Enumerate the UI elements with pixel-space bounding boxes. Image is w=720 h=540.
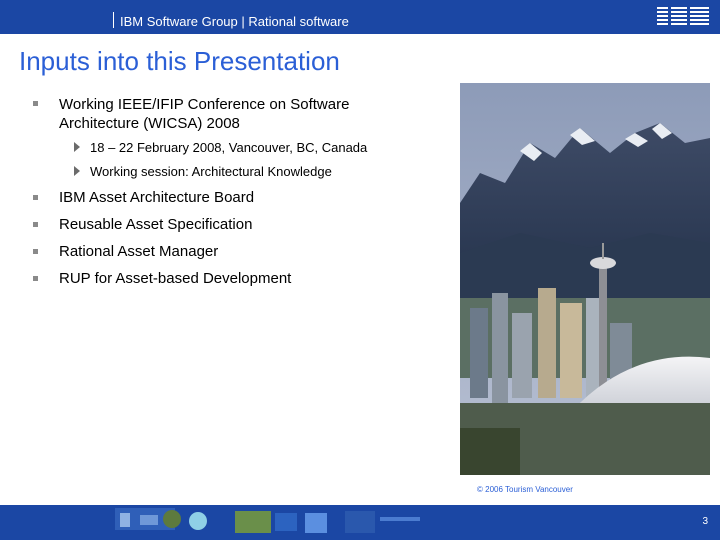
ibm-logo (657, 6, 709, 28)
bullet-marker (33, 195, 38, 200)
header-bar: IBM Software Group | Rational software (0, 0, 720, 34)
page-number: 3 (702, 516, 708, 527)
sub-bullet-arrow-icon (74, 142, 80, 152)
bullet-asset-board: IBM Asset Architecture Board (59, 189, 255, 206)
sub-bullet-dates: 18 – 22 February 2008, Vancouver, BC, Ca… (90, 140, 368, 155)
footer-decoration (115, 508, 420, 533)
bullet-marker (33, 249, 38, 254)
bullet-wicsa-line1: Working IEEE/IFIP Conference on Software (59, 96, 350, 113)
sub-bullet-session: Working session: Architectural Knowledge (90, 164, 332, 179)
sub-bullet-arrow-icon (74, 166, 80, 176)
bullet-ram: Rational Asset Manager (59, 243, 219, 260)
bullet-ras: Reusable Asset Specification (59, 216, 253, 233)
bullet-marker (33, 101, 38, 106)
vancouver-photo (460, 83, 710, 475)
photo-caption: © 2006 Tourism Vancouver (477, 485, 573, 494)
header-title: IBM Software Group | Rational software (120, 14, 349, 29)
bullet-marker (33, 222, 38, 227)
header-divider (113, 12, 114, 28)
bullet-wicsa-line2: Architecture (WICSA) 2008 (59, 115, 240, 132)
bullet-rup: RUP for Asset-based Development (59, 270, 292, 287)
bullet-marker (33, 276, 38, 281)
footer-bar: 3 (0, 505, 720, 540)
slide-title: Inputs into this Presentation (19, 46, 340, 76)
